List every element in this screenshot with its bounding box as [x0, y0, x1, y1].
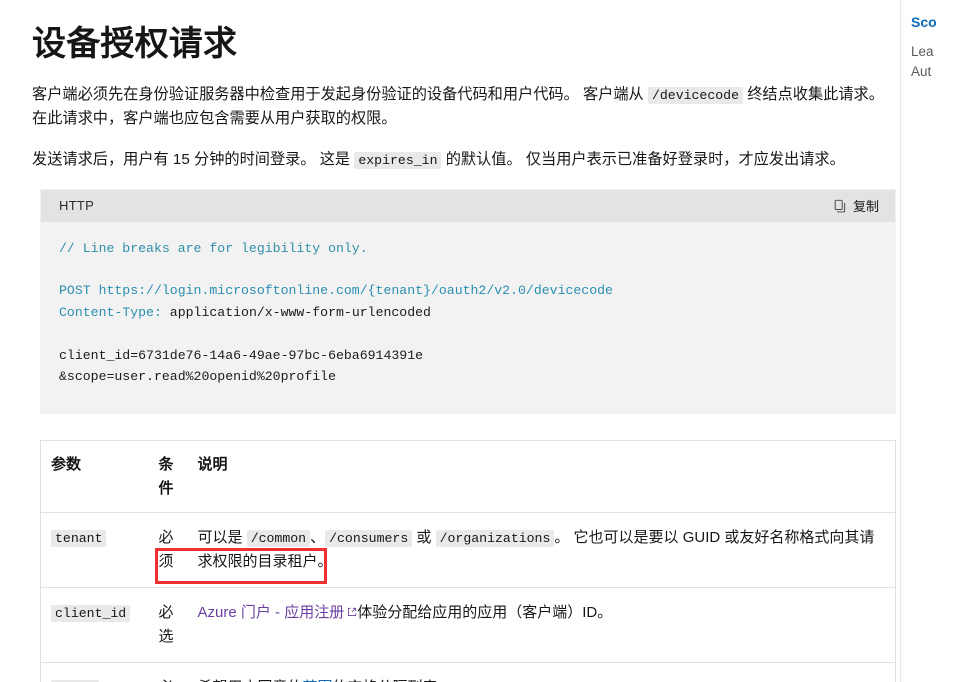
intro-paragraph-1: 客户端必须先在身份验证服务器中检查用于发起身份验证的设备代码和用户代码。 客户端…	[32, 83, 896, 132]
desc-text: 、	[310, 528, 326, 546]
cell-parameter-client-id: client_id	[40, 587, 149, 663]
cell-description-scope: 希望用户同意的范围的空格分隔列表。	[187, 662, 896, 682]
code-language-label: HTTP	[59, 197, 95, 213]
link-label: Azure 门户 - 应用注册	[197, 603, 345, 621]
paragraph-text: 客户端必须先在身份验证服务器中检查用于发起身份验证的设备代码和用户代码。 客户端…	[32, 85, 648, 103]
parameters-table: 参数 条件 说明 tenant 必须 可以是 /common、/consumer…	[40, 440, 896, 682]
cell-parameter-scope: scope	[40, 662, 149, 682]
code-body-line-1: client_id=6731de76-14a6-49ae-97bc-6eba69…	[59, 347, 424, 363]
documentation-page: 设备授权请求 客户端必须先在身份验证服务器中检查用于发起身份验证的设备代码和用户…	[0, 0, 967, 682]
column-header-parameter: 参数	[40, 440, 149, 513]
copy-button-label: 复制	[852, 199, 879, 215]
desc-text: 或	[412, 528, 436, 546]
param-code-client-id: client_id	[51, 604, 131, 622]
rail-title[interactable]: Sco	[911, 12, 967, 34]
code-content-type-value: application/x-www-form-urlencoded	[161, 304, 431, 320]
code-block-body[interactable]: // Line breaks are for legibility only. …	[41, 221, 895, 414]
code-block: HTTP 复制 // Line breaks are for legibilit…	[40, 188, 896, 415]
desc-text: 体验分配给应用的应用（客户端）ID。	[357, 603, 613, 621]
inline-code-expires-in: expires_in	[354, 152, 442, 170]
rail-line-2: Aut	[911, 63, 932, 79]
cell-condition-scope: 必需	[148, 662, 188, 682]
column-header-description: 说明	[187, 440, 896, 513]
column-header-condition: 条件	[148, 440, 188, 513]
inline-code-organizations: /organizations	[435, 529, 555, 547]
inline-code-consumers: /consumers	[325, 529, 413, 547]
code-block-header: HTTP 复制	[41, 189, 895, 222]
paragraph-text: 的默认值。 仅当用户表示已准备好登录时，才应发出请求。	[441, 151, 845, 169]
table-row: client_id 必选 Azure 门户 - 应用注册 体验分配给应用的应用（客…	[40, 587, 896, 663]
inline-code-common: /common	[246, 529, 311, 547]
code-content-type-keyword: Content-Type:	[59, 304, 162, 320]
cell-description-client-id: Azure 门户 - 应用注册 体验分配给应用的应用（客户端）ID。	[187, 587, 896, 663]
page-title: 设备授权请求	[32, 25, 238, 63]
table-header-row: 参数 条件 说明	[40, 440, 896, 513]
code-post-url: https://login.microsoftonline.com/{tenan…	[90, 283, 613, 299]
cell-condition-tenant: 必须	[148, 512, 188, 588]
cell-parameter-tenant: tenant	[40, 512, 149, 588]
paragraph-text: 发送请求后，用户有 15 分钟的时间登录。 这是	[32, 151, 355, 169]
inline-code-devicecode: /devicecode	[647, 86, 744, 104]
code-post-keyword: POST	[59, 283, 91, 299]
param-code-tenant: tenant	[51, 529, 107, 547]
desc-text: 可以是	[197, 528, 247, 546]
table-row: scope 必需 希望用户同意的范围的空格分隔列表。	[40, 662, 896, 682]
intro-paragraph-2: 发送请求后，用户有 15 分钟的时间登录。 这是 expires_in 的默认值…	[32, 148, 896, 173]
table-row: tenant 必须 可以是 /common、/consumers 或 /orga…	[40, 512, 896, 588]
cell-description-tenant: 可以是 /common、/consumers 或 /organizations。…	[187, 512, 896, 588]
external-link-icon	[347, 601, 357, 616]
code-body-line-2: &scope=user.read%20openid%20profile	[59, 368, 336, 384]
azure-portal-app-registrations-link[interactable]: Azure 门户 - 应用注册	[198, 604, 358, 621]
copy-icon	[833, 199, 847, 213]
cell-condition-client-id: 必选	[148, 587, 188, 663]
copy-code-button[interactable]: 复制	[831, 194, 881, 217]
right-rail: Sco Lea Aut	[900, 0, 967, 682]
code-comment-line: // Line breaks are for legibility only.	[59, 240, 368, 256]
rail-line-1: Lea	[911, 43, 934, 59]
main-content: 设备授权请求 客户端必须先在身份验证服务器中检查用于发起身份验证的设备代码和用户…	[0, 0, 900, 682]
